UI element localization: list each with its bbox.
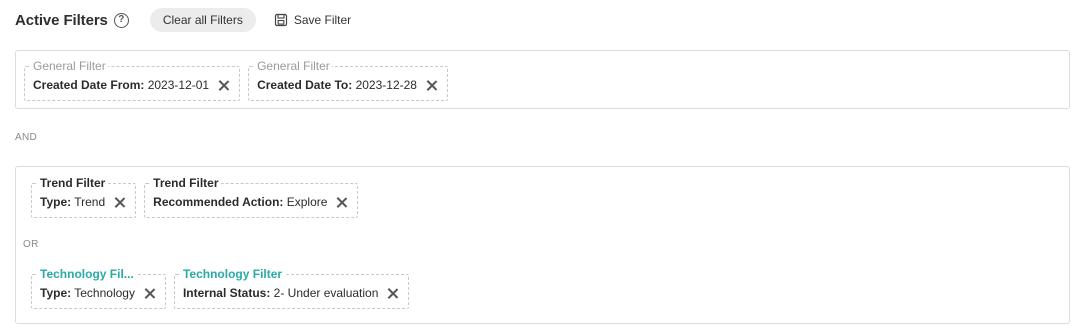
remove-filter-close-icon[interactable]: [144, 288, 155, 299]
chip-label: Created Date To: 2023-12-28: [257, 78, 417, 92]
chip-label: Internal Status: 2- Under evaluation: [182, 286, 379, 300]
remove-filter-close-icon[interactable]: [336, 197, 347, 208]
clear-all-filters-button[interactable]: Clear all Filters: [149, 8, 256, 32]
chip-label: Type: Trend: [40, 195, 106, 209]
general-filter-group: General Filter Created Date From: 2023-1…: [15, 50, 1070, 109]
filter-chip-recommended-action: Trend Filter Recommended Action: Explore: [144, 175, 359, 218]
filter-chip-technology-type: Technology Fil... Type: Technology: [31, 266, 166, 309]
chip-label: Type: Technology: [40, 286, 135, 300]
filter-chip-internal-status: Technology Filter Internal Status: 2- Un…: [173, 266, 410, 309]
chip-label: Recommended Action: Explore: [153, 195, 328, 209]
remove-filter-close-icon[interactable]: [218, 80, 229, 91]
filter-chip-created-date-to: General Filter Created Date To: 2023-12-…: [248, 58, 448, 101]
chip-legend: General Filter: [31, 58, 108, 74]
chip-legend: Trend Filter: [151, 175, 221, 191]
chip-legend: Trend Filter: [38, 175, 108, 191]
active-filters-header: Active Filters ? Clear all Filters Save …: [15, 8, 351, 32]
chip-legend: General Filter: [255, 58, 332, 74]
filter-chip-trend-type: Trend Filter Type: Trend: [31, 175, 137, 218]
filter-chip-created-date-from: General Filter Created Date From: 2023-1…: [24, 58, 241, 101]
and-operator-label: AND: [15, 132, 38, 143]
page-title: Active Filters: [15, 11, 108, 29]
save-filter-label: Save Filter: [293, 13, 352, 27]
help-circle-icon[interactable]: ?: [113, 12, 129, 28]
chip-legend: Technology Fil...: [38, 266, 136, 282]
trend-technology-filter-group: Trend Filter Type: Trend Trend Filter Re…: [15, 166, 1070, 324]
chip-legend: Technology Filter: [180, 266, 285, 282]
save-icon: [274, 13, 287, 27]
remove-filter-close-icon[interactable]: [387, 288, 398, 299]
remove-filter-close-icon[interactable]: [426, 80, 437, 91]
remove-filter-close-icon[interactable]: [114, 197, 125, 208]
chip-label: Created Date From: 2023-12-01: [33, 78, 210, 92]
or-operator-label: OR: [23, 239, 39, 250]
save-filter-button[interactable]: Save Filter: [274, 13, 351, 27]
